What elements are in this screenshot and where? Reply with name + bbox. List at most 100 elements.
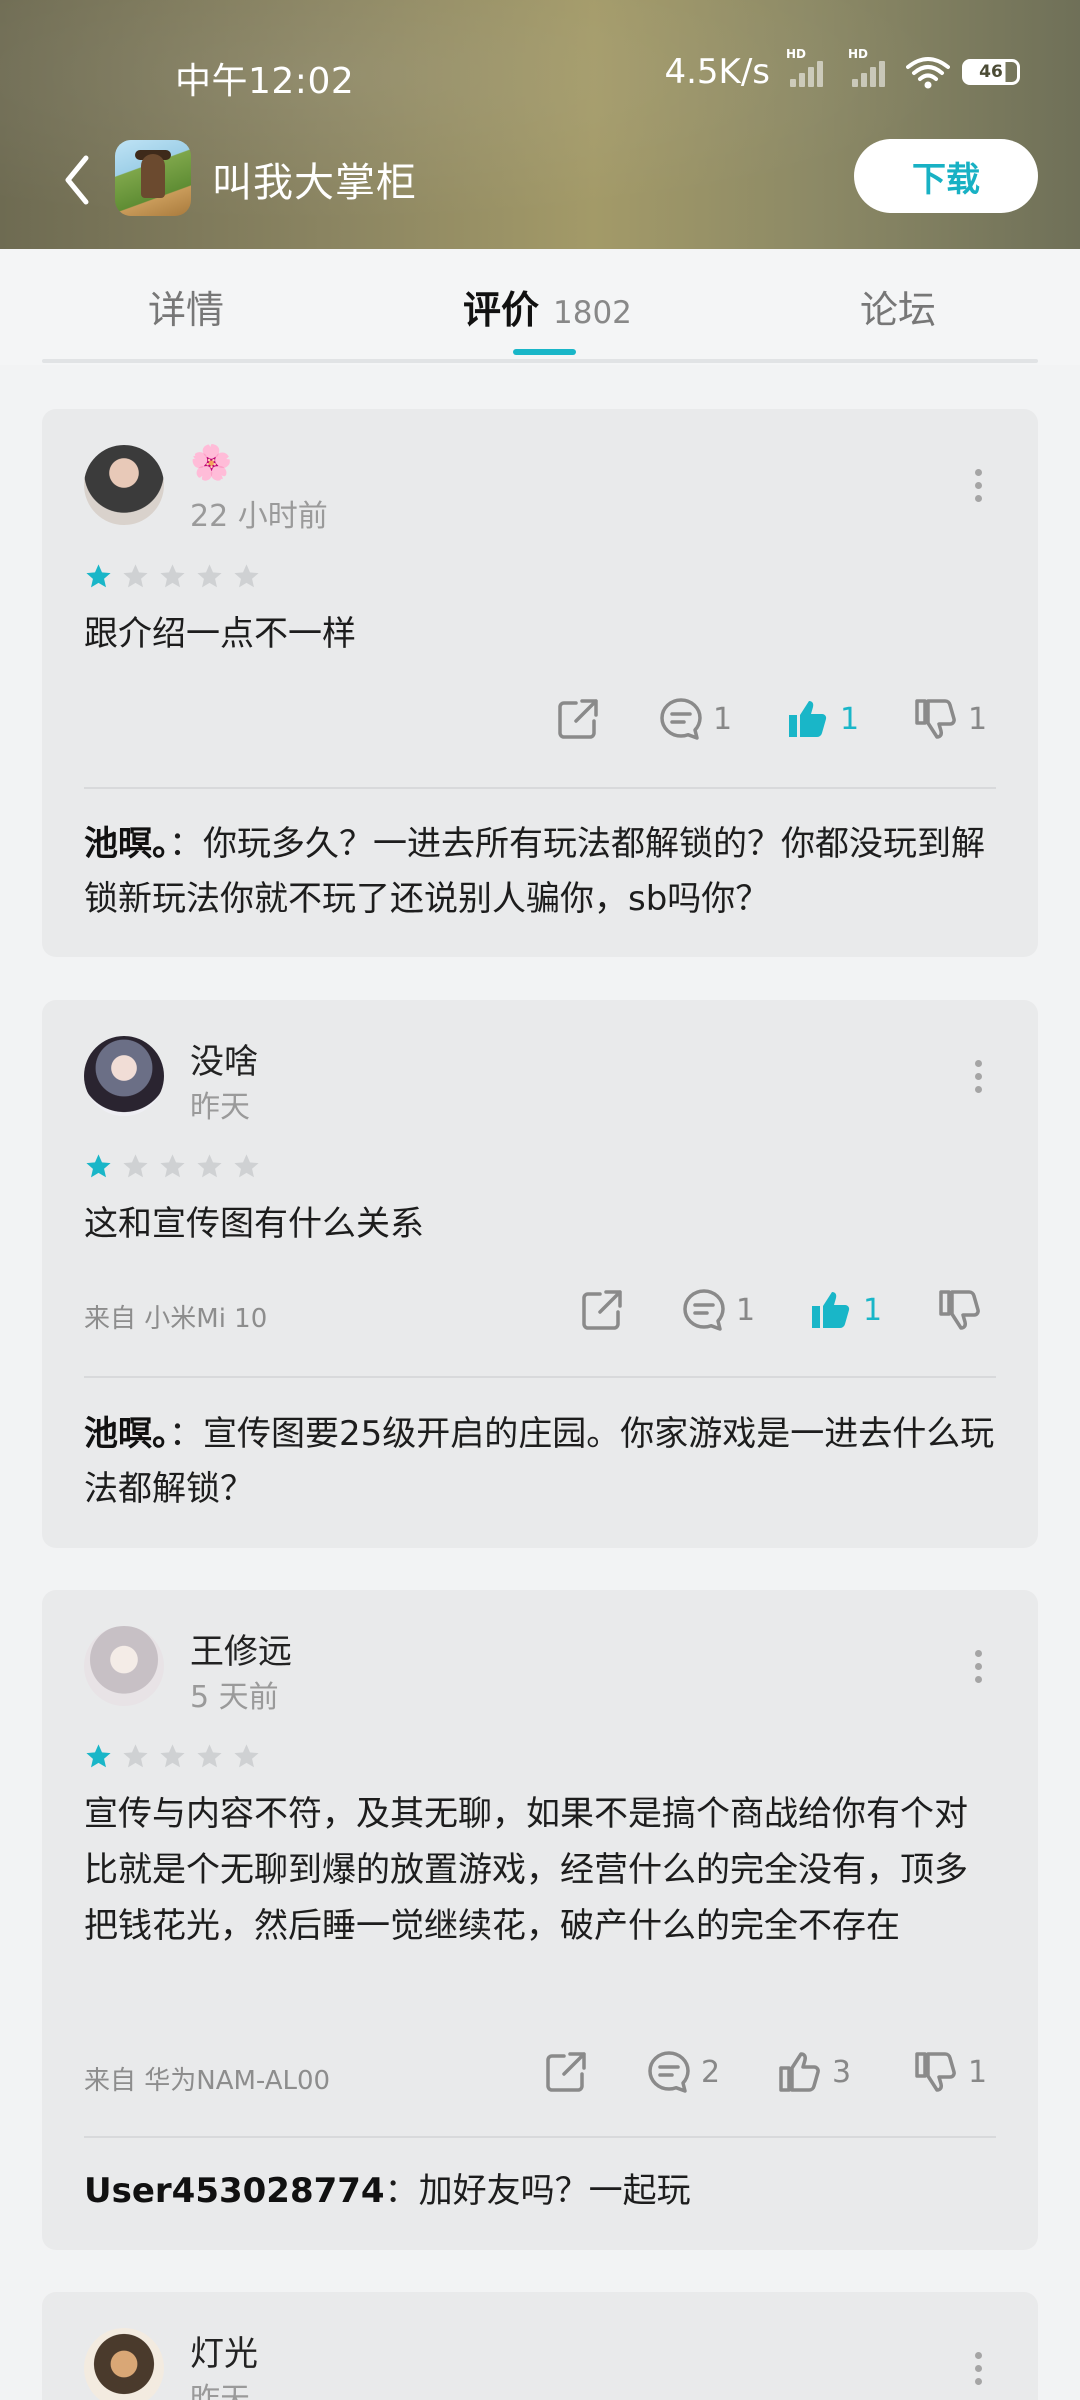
star-empty-icon (123, 1154, 148, 1178)
avatar[interactable] (84, 445, 164, 525)
star-rating (84, 1152, 261, 1181)
review-text: 宣传与内容不符，及其无聊，如果不是搞个商战给你有个对比就是个无聊到爆的放置游戏，… (84, 1794, 968, 1946)
dislike-button[interactable]: 1 (912, 2048, 987, 2096)
star-filled-icon (86, 564, 111, 588)
like-count: 3 (832, 2054, 852, 2090)
avatar[interactable] (84, 2328, 164, 2400)
review-count: 1802 (553, 295, 632, 331)
signal-icon: HD (786, 47, 832, 87)
back-arrow-icon[interactable] (58, 150, 98, 210)
review-card: 王修远 5 天前 宣传与内容不符，及其无聊，如果不是搞个商战给你有个对比就是个无… (42, 1590, 1038, 2250)
dislike-count: 1 (968, 2054, 988, 2090)
thumbs-up-icon (789, 701, 827, 738)
thumbs-up-icon (812, 1292, 850, 1329)
review-card: 没啥 昨天 这和宣传图有什么关系 来自 小米Mi 10 1 1 池暝。：宣传图要… (42, 1000, 1038, 1548)
star-empty-icon (160, 1154, 185, 1178)
star-empty-icon (123, 564, 148, 588)
avatar[interactable] (84, 1626, 164, 1706)
comment-count: 2 (701, 2054, 721, 2090)
reply[interactable]: User453028774：加好友吗？一起玩 (84, 2164, 996, 2219)
star-empty-icon (197, 564, 222, 588)
tab-reviews-label: 评价 (463, 288, 540, 332)
star-empty-icon (197, 1744, 222, 1768)
app-icon (115, 140, 191, 216)
comment-button[interactable]: 1 (657, 695, 732, 743)
status-bar: 中午12:02 4.5K/s HD HD 46 (0, 40, 1080, 110)
review-actions: 1 1 1 (42, 695, 1038, 755)
share-icon (582, 1290, 622, 1330)
divider (84, 1376, 996, 1378)
reply-author: User453028774 (84, 2171, 385, 2211)
star-rating (84, 562, 261, 591)
wifi-icon (906, 57, 950, 89)
share-button[interactable] (554, 695, 602, 743)
tab-forum[interactable]: 论坛 (860, 279, 936, 334)
share-icon (558, 699, 598, 739)
username[interactable]: 没啥 (190, 1034, 258, 1083)
download-button[interactable]: 下载 (854, 139, 1038, 213)
username[interactable]: 灯光 (190, 2326, 258, 2375)
share-icon (546, 2052, 586, 2092)
more-options-icon[interactable] (973, 1650, 983, 1686)
like-button[interactable]: 1 (807, 1286, 882, 1334)
signal-hd-label-2: HD (848, 47, 869, 61)
signal-icon-2: HD (848, 47, 894, 87)
share-button[interactable] (578, 1286, 626, 1334)
reply[interactable]: 池暝。：宣传图要25级开启的庄园。你家游戏是一进去什么玩法都解锁？ (84, 1407, 996, 1517)
reply-author: 池暝。 (84, 1414, 169, 1454)
signal-hd-label: HD (786, 47, 807, 61)
comment-button[interactable]: 2 (645, 2048, 720, 2096)
tab-forum-label: 论坛 (860, 288, 937, 332)
reply-text: ：加好友吗？一起玩 (384, 2171, 691, 2211)
star-empty-icon (123, 1744, 148, 1768)
review-time: 昨天 (190, 2382, 250, 2400)
review-text: 跟介绍一点不一样 (84, 614, 356, 654)
review-actions: 1 1 (42, 1286, 1038, 1346)
thumbs-up-icon (779, 2052, 820, 2092)
divider (84, 2136, 996, 2138)
star-rating (84, 1742, 261, 1771)
reply-text: ：你玩多久？一进去所有玩法都解锁的？你都没玩到解锁新玩法你就不玩了还说别人骗你，… (84, 824, 985, 919)
username[interactable]: 王修远 (190, 1624, 292, 1673)
reply-author: 池暝。 (84, 824, 169, 864)
comment-button[interactable]: 1 (680, 1286, 755, 1334)
star-empty-icon (160, 564, 185, 588)
review-card: 灯光 昨天 (42, 2292, 1038, 2400)
battery-icon: 46 (962, 59, 1020, 85)
status-indicators: 4.5K/s HD HD 46 (664, 47, 1020, 92)
thumbs-down-icon (915, 699, 956, 739)
tab-bar: 详情 评价 1802 论坛 (0, 249, 1080, 365)
review-time: 昨天 (190, 1090, 250, 1125)
like-button[interactable]: 1 (784, 695, 859, 743)
star-filled-icon (86, 1744, 111, 1768)
network-speed: 4.5K/s (664, 52, 770, 92)
comment-count: 1 (736, 1292, 756, 1328)
more-options-icon[interactable] (973, 1060, 983, 1096)
tab-details[interactable]: 详情 (148, 279, 224, 334)
tab-reviews[interactable]: 评价 1802 (463, 279, 632, 334)
comment-icon (683, 1289, 725, 1331)
reply-text: ：宣传图要25级开启的庄园。你家游戏是一进去什么玩法都解锁？ (84, 1414, 995, 1509)
review-time: 5 天前 (190, 1680, 279, 1715)
star-empty-icon (160, 1744, 185, 1768)
app-bar: 叫我大掌柜 下载 (0, 130, 1080, 230)
more-options-icon[interactable] (973, 2352, 983, 2388)
dislike-button[interactable]: 1 (912, 695, 987, 743)
user-badge: 🌸 (190, 443, 233, 483)
comment-icon (648, 2051, 690, 2093)
more-options-icon[interactable] (973, 469, 983, 505)
review-card: 🌸 22 小时前 跟介绍一点不一样 1 1 1 池暝。：你玩多久？一进去所有玩法… (42, 409, 1038, 957)
like-count: 1 (863, 1292, 883, 1328)
share-button[interactable] (542, 2048, 590, 2096)
status-time: 中午12:02 (175, 61, 355, 102)
reply[interactable]: 池暝。：你玩多久？一进去所有玩法都解锁的？你都没玩到解锁新玩法你就不玩了还说别人… (84, 817, 996, 927)
star-filled-icon (86, 1154, 111, 1178)
dislike-button[interactable] (936, 1286, 984, 1334)
like-button[interactable]: 3 (776, 2048, 851, 2096)
dislike-count: 1 (968, 701, 988, 737)
avatar[interactable] (84, 1036, 164, 1116)
thumbs-down-icon (939, 1290, 980, 1330)
comment-count: 1 (713, 701, 733, 737)
thumbs-down-icon (915, 2052, 956, 2092)
star-empty-icon (234, 564, 259, 588)
